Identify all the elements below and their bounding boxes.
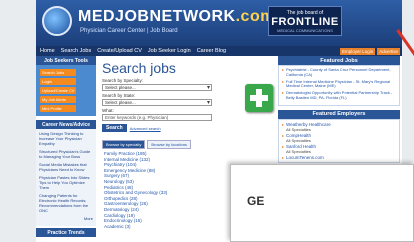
- tool-login[interactable]: Login: [40, 78, 76, 85]
- header: MEDJOBNETWORK.com Physician Career Cente…: [36, 0, 402, 46]
- nav-search-jobs[interactable]: Search Jobs: [61, 48, 92, 54]
- banner-line3: MEDICAL COMMUNICATIONS: [277, 28, 333, 33]
- employer-name[interactable]: Sanford Health: [282, 144, 396, 149]
- news-item[interactable]: Changing Patients for Electronic Health …: [39, 193, 93, 213]
- news-item[interactable]: Using Design Thinking to Increase Your P…: [39, 131, 93, 146]
- employer-login-button[interactable]: Employer Login: [339, 47, 376, 55]
- logo-globe-icon: [42, 6, 72, 36]
- employer-specialty: All Specialties: [286, 126, 311, 132]
- tools-box: Search Jobs Login Upload/Create CV My Jo…: [36, 65, 96, 116]
- news-list: Using Design Thinking to Increase Your P…: [36, 129, 96, 226]
- tab-browse-specialty[interactable]: Browse by specialty: [102, 140, 146, 149]
- specialty-select[interactable]: Select please...: [102, 84, 212, 91]
- featured-jobs-title: Featured Jobs: [278, 56, 400, 65]
- tool-upload-cv[interactable]: Upload/Create CV: [40, 87, 76, 94]
- site-logo[interactable]: MEDJOBNETWORK.com: [78, 8, 275, 26]
- featured-employers-title: Featured Employers: [278, 109, 400, 119]
- news-item[interactable]: Physician Pastes Into Slides: Tips to He…: [39, 175, 93, 190]
- search-button[interactable]: Search: [102, 124, 127, 132]
- tools-title: Job Seekers Tools: [36, 56, 96, 65]
- nav-home[interactable]: Home: [40, 48, 55, 54]
- medical-plus-icon: [245, 84, 273, 112]
- featured-job[interactable]: Full Time Internal Medicine Physician - …: [282, 79, 396, 90]
- news-more-link[interactable]: More: [39, 216, 93, 221]
- tab-browse-location[interactable]: Browse by locations: [147, 140, 191, 149]
- frontline-banner[interactable]: The job board of FRONTLINE MEDICAL COMMU…: [268, 6, 342, 36]
- left-sidebar: Job Seekers Tools Search Jobs Login Uplo…: [36, 56, 96, 237]
- news-title: Career News/Advice: [36, 120, 96, 129]
- keyword-input[interactable]: Enter keywords (e.g. Physician): [102, 114, 212, 121]
- employer-name[interactable]: CompHealth: [282, 133, 396, 138]
- employer-specialty: All Specialties: [286, 148, 311, 154]
- tool-mini-profile[interactable]: Mini Profile: [40, 105, 76, 112]
- featured-employers-list: Weatherby Healthcare All Specialties Com…: [278, 118, 400, 163]
- news-item[interactable]: Social Media Mistakes that Physicians Ne…: [39, 162, 93, 172]
- advanced-search-link[interactable]: Advanced search: [130, 126, 161, 131]
- nav-create-cv[interactable]: Create/Upload CV: [97, 48, 142, 54]
- tool-search-jobs[interactable]: Search Jobs: [40, 69, 76, 76]
- advertise-button[interactable]: Advertise: [377, 47, 400, 55]
- page-title: Search jobs: [102, 60, 176, 76]
- news-item[interactable]: Structured Physician's Guide to Managing…: [39, 149, 93, 159]
- nav-career-blog[interactable]: Career Blog: [197, 48, 226, 54]
- popup-text: GE: [247, 194, 265, 208]
- state-select[interactable]: Select please...: [102, 99, 212, 106]
- overlay-popup: GE: [230, 164, 414, 242]
- banner-line2: FRONTLINE: [271, 16, 339, 28]
- employer-name[interactable]: Weatherby Healthcare: [282, 122, 396, 127]
- browse-tabs: Browse by specialty Browse by locations: [102, 140, 270, 149]
- logo-subtitle: Physician Career Center | Job Board: [80, 28, 178, 34]
- employer-name[interactable]: LocumTenens.com: [282, 155, 396, 160]
- right-sidebar: Featured Jobs Psychiatrist - County of S…: [278, 56, 400, 163]
- specialty-label: Search by Specialty:: [102, 78, 144, 83]
- featured-job[interactable]: Dermatologist Opportunity with Potential…: [282, 90, 396, 101]
- top-nav: Home Search Jobs Create/Upload CV Job Se…: [36, 46, 402, 56]
- employer-specialty: All Specialties: [286, 137, 311, 143]
- featured-job[interactable]: Psychiatrist - County of Santa Cruz Pers…: [282, 67, 396, 78]
- featured-jobs-list: Psychiatrist - County of Santa Cruz Pers…: [278, 65, 400, 106]
- practice-trends-title: Practice Trends: [36, 228, 96, 237]
- tool-job-alerts[interactable]: My Job Alerts: [40, 96, 76, 103]
- nav-job-seeker-login[interactable]: Job Seeker Login: [148, 48, 191, 54]
